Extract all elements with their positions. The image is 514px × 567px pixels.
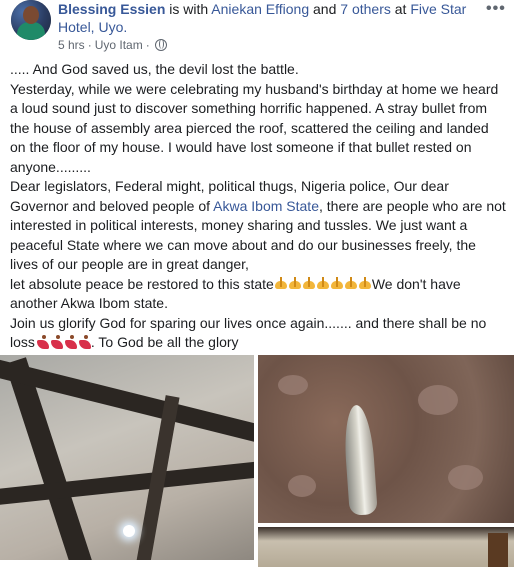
folded-hands-icon: [344, 276, 358, 291]
post-header: Blessing Essien is with Aniekan Effiong …: [0, 0, 514, 58]
avatar-face: [23, 6, 39, 24]
akwa-ibom-state-link[interactable]: Akwa Ibom State: [213, 198, 319, 214]
floor-speck: [288, 475, 316, 497]
dancer-icon: [63, 335, 77, 349]
timestamp-link[interactable]: 5 hrs: [58, 38, 85, 52]
location-link[interactable]: Uyo Itam: [95, 38, 143, 52]
folded-hands-icon: [358, 276, 372, 291]
others-link[interactable]: 7 others: [340, 1, 391, 17]
and-text: and: [309, 1, 341, 17]
ceiling-photo[interactable]: [0, 355, 254, 560]
para5-text-b: . To God be all the glory: [90, 334, 239, 350]
bullet-photo[interactable]: [258, 355, 514, 523]
avatar-body: [17, 22, 45, 40]
dancer-icon: [77, 335, 91, 349]
author-name-link[interactable]: Blessing Essien: [58, 1, 165, 17]
tagged-user-link[interactable]: Aniekan Effiong: [211, 1, 309, 17]
dancer-icon: [35, 335, 49, 349]
floor-photo[interactable]: [258, 527, 514, 567]
bullet-hole: [123, 525, 135, 537]
folded-hands-icon: [316, 276, 330, 291]
post-paragraph-4: let absolute peace be restored to this s…: [10, 275, 506, 314]
post-line-1: ..... And God saved us, the devil lost t…: [10, 61, 299, 77]
post-paragraph-3: Dear legislators, Federal might, politic…: [10, 177, 506, 275]
post-body: ..... And God saved us, the devil lost t…: [10, 60, 506, 353]
floor-speck: [278, 375, 308, 395]
floor-speck: [418, 385, 458, 415]
dancer-icon: [49, 335, 63, 349]
folded-hands-icon: [274, 276, 288, 291]
post-paragraph-2: Yesterday, while we were celebrating my …: [10, 80, 499, 175]
post-meta: 5 hrs · Uyo Itam ·: [58, 38, 167, 52]
para4-text-a: let absolute peace be restored to this s…: [10, 275, 274, 292]
folded-hands-icon: [330, 276, 344, 291]
more-options-button[interactable]: •••: [486, 0, 506, 18]
at-text: at: [390, 1, 411, 17]
globe-icon[interactable]: [154, 39, 167, 51]
bullet: [342, 404, 378, 516]
avatar[interactable]: [11, 0, 51, 40]
with-text: is with: [165, 1, 212, 17]
meta-separator: ·: [87, 38, 92, 52]
folded-hands-icon: [288, 276, 302, 291]
photo-grid: [0, 355, 514, 567]
floor-object: [488, 533, 508, 567]
meta-separator-2: ·: [145, 38, 150, 52]
post-paragraph-5: Join us glorify God for sparing our live…: [10, 314, 506, 353]
folded-hands-icon: [302, 276, 316, 291]
post-headline: Blessing Essien is with Aniekan Effiong …: [58, 0, 478, 36]
floor-speck: [448, 465, 483, 490]
